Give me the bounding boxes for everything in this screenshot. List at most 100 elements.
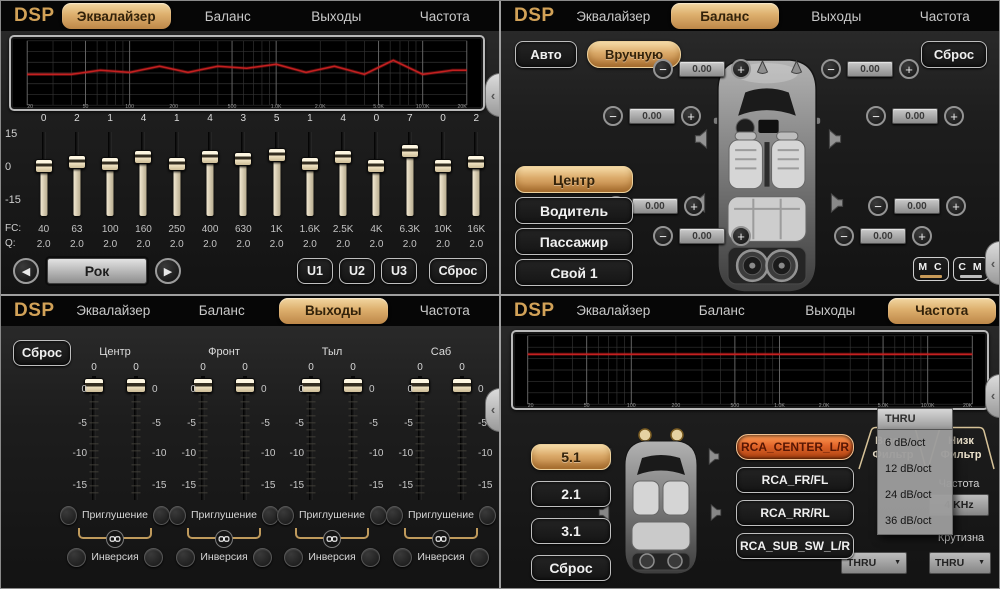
slope-option-4[interactable]: 36 dB/oct: [878, 508, 952, 534]
slider-thumb[interactable]: [134, 150, 152, 164]
rca-rear-output[interactable]: RCA_RR/RL: [736, 500, 854, 526]
rca-sub-output[interactable]: RCA_SUB_SW_L/R: [736, 533, 854, 559]
slider-thumb[interactable]: [301, 157, 319, 171]
slider-thumb[interactable]: [410, 378, 430, 393]
tab-outputs[interactable]: Выходы: [282, 1, 391, 31]
slider-thumb[interactable]: [343, 378, 363, 393]
tab-outputs[interactable]: Выходы: [776, 296, 885, 326]
invert-left-button[interactable]: [67, 548, 86, 567]
listening-position-passenger[interactable]: Пассажир: [515, 228, 633, 255]
invert-left-button[interactable]: [176, 548, 195, 567]
invert-left-button[interactable]: [393, 548, 412, 567]
mute-left-button[interactable]: [169, 506, 186, 525]
slider-thumb[interactable]: [126, 378, 146, 393]
band-gain-slider[interactable]: [227, 126, 260, 222]
output-level-slider[interactable]: 0: [341, 362, 365, 500]
mode-5-1[interactable]: 5.1: [531, 444, 611, 470]
slide-handle[interactable]: ‹: [985, 374, 999, 418]
mc-mode-button[interactable]: M C: [913, 257, 949, 281]
tab-balance[interactable]: Баланс: [168, 296, 277, 326]
band-gain-slider[interactable]: [193, 126, 226, 222]
slope-option-1[interactable]: 6 dB/oct: [878, 430, 952, 456]
frequency-reset-button[interactable]: Сброс: [531, 555, 611, 581]
slider-thumb[interactable]: [401, 144, 419, 158]
cm-mode-button[interactable]: C M: [953, 257, 989, 281]
tab-balance[interactable]: Баланс: [174, 1, 283, 31]
slider-thumb[interactable]: [168, 157, 186, 171]
decrease-button[interactable]: −: [834, 226, 854, 246]
output-level-slider[interactable]: 0: [124, 362, 148, 500]
rca-front-output[interactable]: RCA_FR/FL: [736, 467, 854, 493]
mode-3-1[interactable]: 3.1: [531, 518, 611, 544]
tab-frequency[interactable]: Частота: [391, 1, 500, 31]
band-gain-slider[interactable]: [327, 126, 360, 222]
tab-outputs[interactable]: Выходы: [279, 298, 388, 324]
increase-button[interactable]: +: [912, 226, 932, 246]
tab-frequency[interactable]: Частота: [888, 298, 997, 324]
mute-right-button[interactable]: [479, 506, 496, 525]
invert-right-button[interactable]: [144, 548, 163, 567]
band-gain-slider[interactable]: [393, 126, 426, 222]
preset-prev-button[interactable]: ◀: [13, 258, 39, 284]
tab-equalizer[interactable]: Эквалайзер: [62, 3, 171, 29]
band-gain-slider[interactable]: [360, 126, 393, 222]
band-gain-slider[interactable]: [460, 126, 493, 222]
invert-right-button[interactable]: [253, 548, 272, 567]
increase-button[interactable]: +: [899, 59, 919, 79]
mute-left-button[interactable]: [277, 506, 294, 525]
slider-thumb[interactable]: [101, 157, 119, 171]
output-level-slider[interactable]: 0: [450, 362, 474, 500]
output-level-slider[interactable]: 0: [233, 362, 257, 500]
band-gain-slider[interactable]: [27, 126, 60, 222]
band-gain-slider[interactable]: [94, 126, 127, 222]
slider-thumb[interactable]: [367, 159, 385, 173]
slider-thumb[interactable]: [268, 148, 286, 162]
tab-equalizer[interactable]: Эквалайзер: [59, 296, 168, 326]
user-preset-button-3[interactable]: U3: [381, 258, 417, 284]
increase-button[interactable]: +: [944, 106, 964, 126]
user-preset-button-2[interactable]: U2: [339, 258, 375, 284]
eq-reset-button[interactable]: Сброс: [429, 258, 487, 284]
decrease-button[interactable]: −: [866, 106, 886, 126]
slider-thumb[interactable]: [334, 150, 352, 164]
band-gain-slider[interactable]: [160, 126, 193, 222]
decrease-button[interactable]: −: [653, 226, 673, 246]
invert-left-button[interactable]: [284, 548, 303, 567]
mute-left-button[interactable]: [60, 506, 77, 525]
decrease-button[interactable]: −: [653, 59, 673, 79]
listening-position-center[interactable]: Центр: [515, 166, 633, 193]
mute-left-button[interactable]: [386, 506, 403, 525]
slider-thumb[interactable]: [84, 378, 104, 393]
decrease-button[interactable]: −: [868, 196, 888, 216]
band-gain-slider[interactable]: [293, 126, 326, 222]
band-gain-slider[interactable]: [127, 126, 160, 222]
slope-dropdown-current[interactable]: THRU: [877, 408, 953, 430]
channel-link-button[interactable]: [215, 530, 233, 548]
slider-thumb[interactable]: [434, 159, 452, 173]
decrease-button[interactable]: −: [821, 59, 841, 79]
mute-right-button[interactable]: [153, 506, 170, 525]
tab-frequency[interactable]: Частота: [891, 1, 1000, 31]
invert-right-button[interactable]: [470, 548, 489, 567]
slider-thumb[interactable]: [193, 378, 213, 393]
increase-button[interactable]: +: [731, 226, 751, 246]
tab-equalizer[interactable]: Эквалайзер: [559, 296, 668, 326]
slider-thumb[interactable]: [35, 159, 53, 173]
invert-right-button[interactable]: [361, 548, 380, 567]
listening-position-custom-1[interactable]: Свой 1: [515, 259, 633, 286]
tab-frequency[interactable]: Частота: [391, 296, 500, 326]
tab-outputs[interactable]: Выходы: [782, 1, 891, 31]
slider-thumb[interactable]: [235, 378, 255, 393]
mode-2-1[interactable]: 2.1: [531, 481, 611, 507]
tab-balance[interactable]: Баланс: [668, 296, 777, 326]
slider-thumb[interactable]: [467, 155, 485, 169]
user-preset-button-1[interactable]: U1: [297, 258, 333, 284]
increase-button[interactable]: +: [681, 106, 701, 126]
balance-auto-button[interactable]: Авто: [515, 41, 577, 68]
mute-right-button[interactable]: [370, 506, 387, 525]
slope-option-3[interactable]: 24 dB/oct: [878, 482, 952, 508]
slider-thumb[interactable]: [301, 378, 321, 393]
slope-select-low[interactable]: THRU▼: [929, 552, 991, 574]
slide-handle[interactable]: ‹: [985, 241, 999, 285]
decrease-button[interactable]: −: [603, 106, 623, 126]
